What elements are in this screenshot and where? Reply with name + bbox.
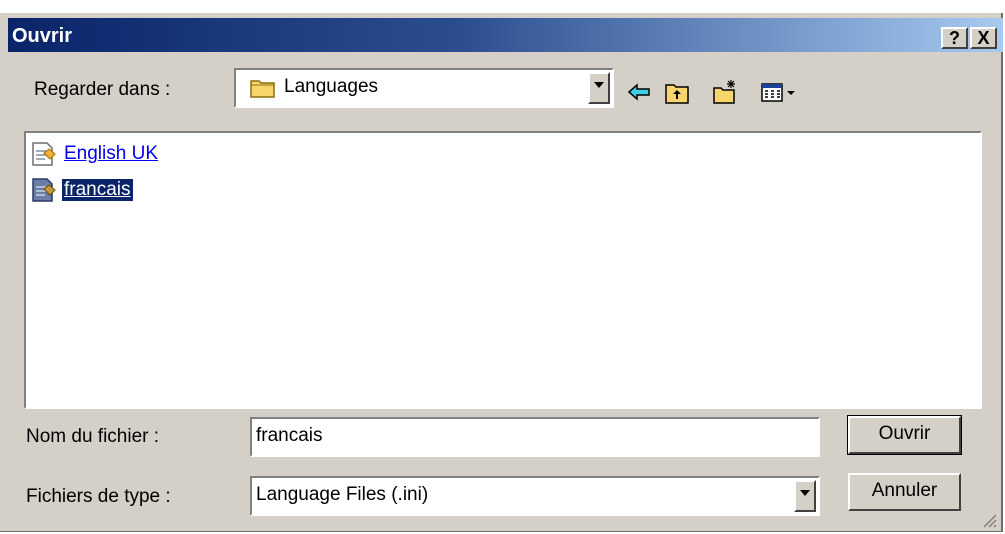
filename-label: Nom du fichier :: [26, 426, 160, 447]
filename-field[interactable]: francais: [250, 417, 820, 457]
folder-icon: [250, 80, 275, 98]
filetype-label: Fichiers de type :: [26, 486, 171, 507]
filetype-dropdown-button[interactable]: [794, 480, 816, 512]
look-in-label: Regarder dans :: [34, 79, 171, 100]
title-bar[interactable]: Ouvrir ? X: [8, 18, 1003, 52]
filetype-value: Language Files (.ini): [256, 484, 429, 505]
close-button[interactable]: X: [970, 27, 997, 49]
file-list[interactable]: English UK francais: [24, 131, 982, 409]
file-name[interactable]: English UK: [62, 143, 160, 165]
view-menu-icon[interactable]: [760, 79, 806, 105]
resize-grip-icon[interactable]: [981, 512, 997, 528]
ini-file-icon: [32, 178, 56, 202]
cancel-button[interactable]: Annuler: [848, 473, 961, 511]
new-folder-icon[interactable]: [712, 79, 738, 105]
ini-file-icon: [32, 142, 56, 166]
back-arrow-icon[interactable]: [626, 79, 652, 105]
look-in-dropdown-button[interactable]: [588, 72, 610, 104]
dialog-title: Ouvrir: [12, 25, 73, 47]
help-button[interactable]: ?: [941, 27, 968, 49]
chevron-down-icon: [800, 490, 810, 496]
open-button[interactable]: Ouvrir: [847, 415, 962, 455]
open-file-dialog: Ouvrir ? X Regarder dans : Languages Eng…: [0, 13, 1003, 532]
chevron-down-icon: [594, 82, 604, 88]
look-in-value: Languages: [284, 76, 379, 97]
up-one-level-icon[interactable]: [664, 79, 690, 105]
look-in-combo[interactable]: Languages: [234, 68, 614, 108]
file-name[interactable]: francais: [62, 179, 133, 201]
filetype-combo[interactable]: Language Files (.ini): [250, 476, 820, 516]
